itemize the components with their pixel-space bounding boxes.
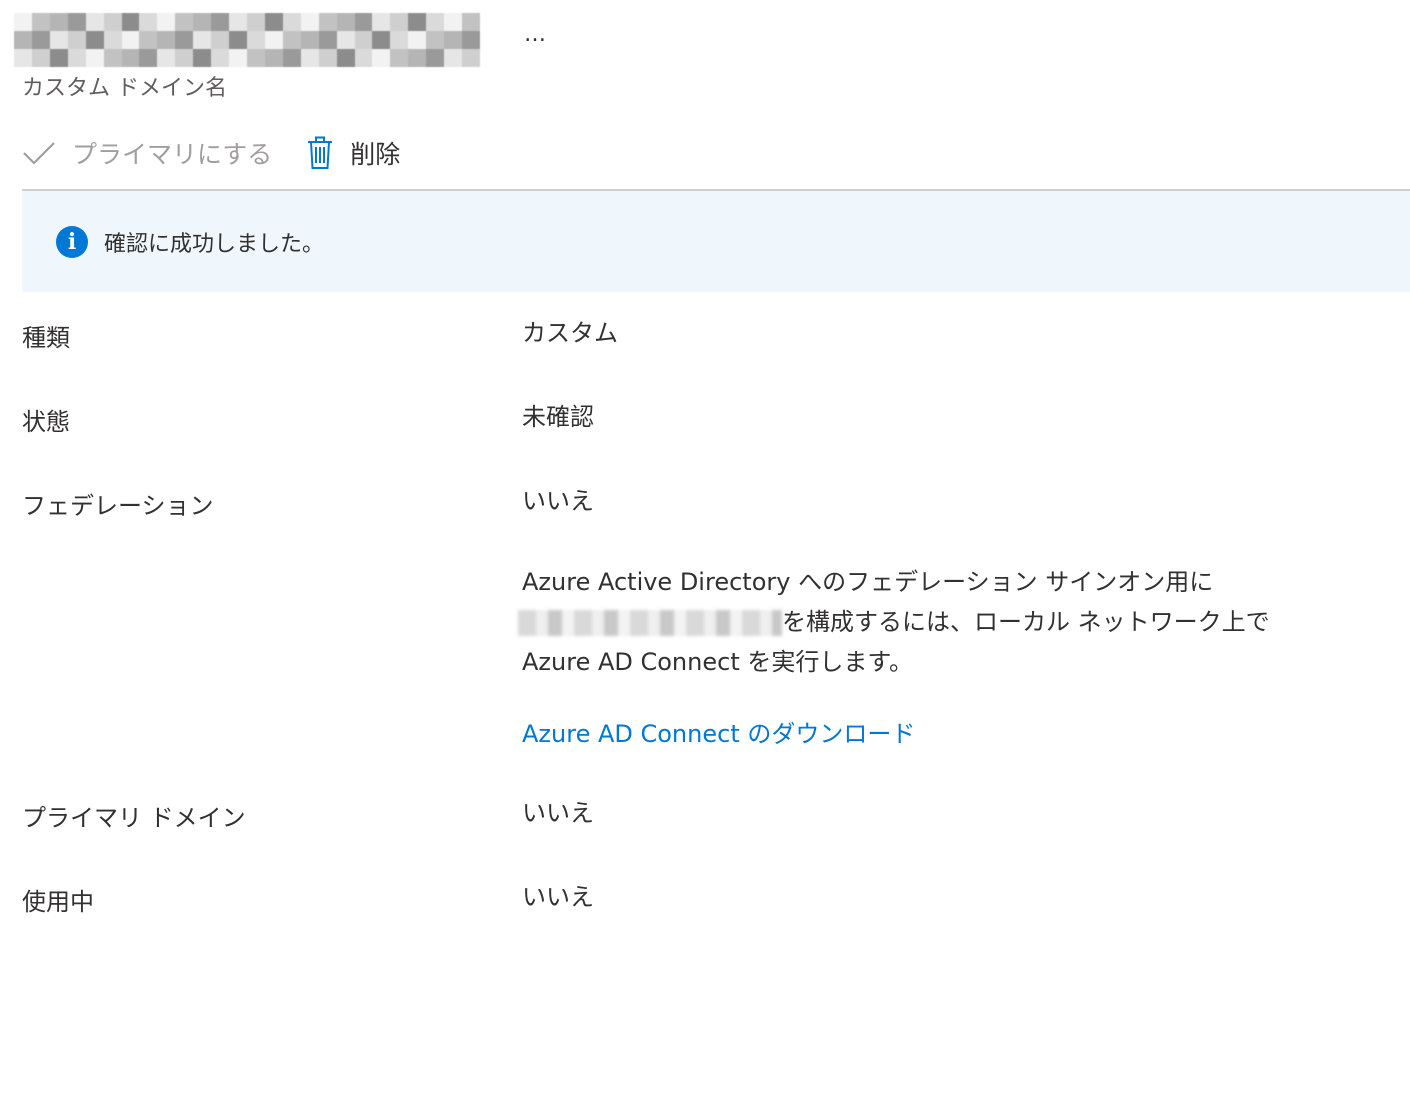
delete-button[interactable]: 削除 xyxy=(306,135,400,171)
trash-icon xyxy=(306,136,334,170)
federation-label: フェデレーション xyxy=(22,492,214,520)
status-label: 状態 xyxy=(22,408,70,436)
federation-description: Azure Active Directory へのフェデレーション サインオン用… xyxy=(518,562,1382,682)
federation-desc-line2-text: を構成するには、ローカル ネットワーク上で xyxy=(782,608,1270,636)
command-bar: プライマリにする 削除 xyxy=(22,128,434,178)
redacted-domain-name xyxy=(14,13,480,67)
page-subtitle: カスタム ドメイン名 xyxy=(22,76,227,101)
checkmark-icon xyxy=(22,140,56,166)
info-message-bar: i 確認に成功しました。 xyxy=(22,191,1410,292)
type-label: 種類 xyxy=(22,324,70,352)
in-use-label: 使用中 xyxy=(22,888,94,916)
federation-value: いいえ xyxy=(522,487,594,515)
page-title xyxy=(14,12,480,68)
federation-desc-line1: Azure Active Directory へのフェデレーション サインオン用… xyxy=(522,568,1214,596)
federation-desc-line3: Azure AD Connect を実行します。 xyxy=(522,648,913,676)
info-icon: i xyxy=(56,225,88,258)
make-primary-label: プライマリにする xyxy=(72,140,273,169)
primary-domain-value: いいえ xyxy=(522,799,594,827)
in-use-value: いいえ xyxy=(522,883,594,911)
delete-label: 削除 xyxy=(350,140,401,169)
status-value: 未確認 xyxy=(522,403,594,431)
info-message-text: 確認に成功しました。 xyxy=(104,231,325,257)
redacted-domain-inline xyxy=(518,610,782,636)
primary-domain-label: プライマリ ドメイン xyxy=(22,804,246,832)
more-options-button[interactable]: … xyxy=(524,22,547,47)
federation-desc-line2: を構成するには、ローカル ネットワーク上で xyxy=(518,602,1382,642)
type-value: カスタム xyxy=(522,319,618,347)
download-aad-connect-link[interactable]: Azure AD Connect のダウンロード xyxy=(522,714,915,749)
make-primary-button[interactable]: プライマリにする xyxy=(22,135,272,171)
